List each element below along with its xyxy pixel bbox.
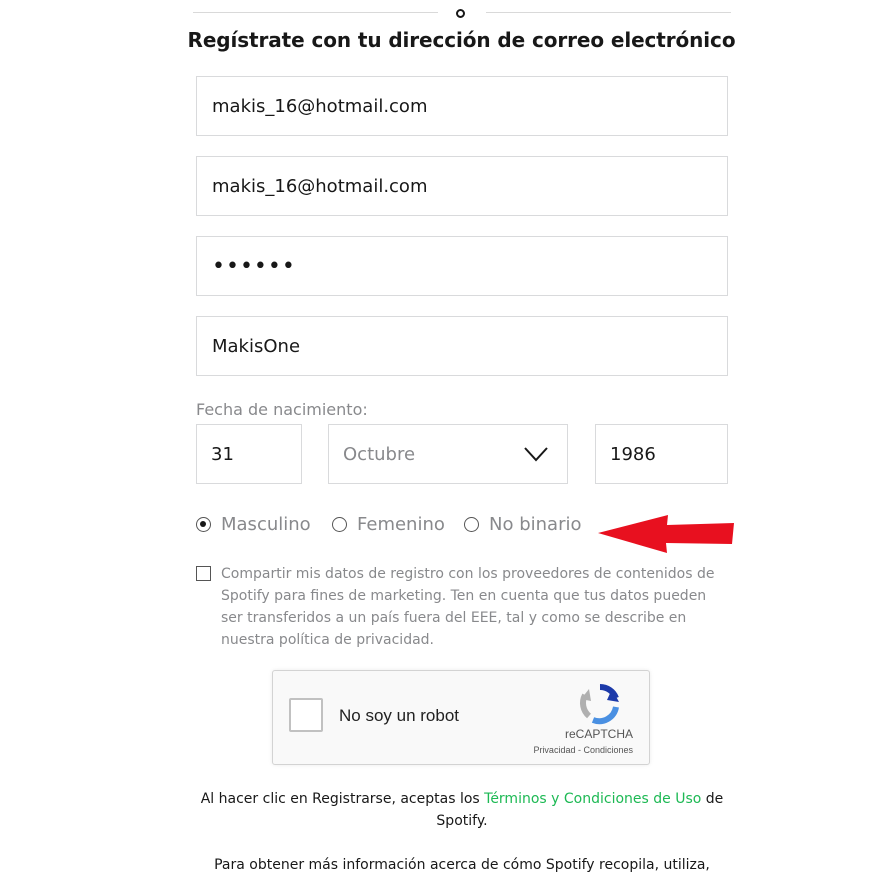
chevron-down-icon (524, 447, 548, 462)
radio-unchecked-icon (464, 517, 479, 532)
radio-masculino[interactable]: Masculino (196, 514, 311, 535)
dob-month-select[interactable]: Octubre (328, 424, 568, 484)
marketing-consent-checkbox[interactable] (196, 566, 211, 581)
dob-month-value: Octubre (343, 443, 416, 465)
privacy-info-text: Para obtener más información acerca de c… (214, 857, 710, 873)
radio-label-no-binario: No binario (489, 514, 582, 535)
email-confirm-field[interactable]: makis_16@hotmail.com (196, 156, 728, 216)
arrow-left-icon (598, 515, 734, 553)
recaptcha-links[interactable]: Privacidad - Condiciones (533, 745, 633, 755)
dob-day-value: 31 (211, 443, 234, 465)
divider-o-mark (456, 9, 465, 18)
dob-year-field[interactable]: 1986 (595, 424, 728, 484)
terms-prefix: Al hacer clic en Registrarse, aceptas lo… (200, 791, 485, 807)
radio-checked-icon (196, 517, 211, 532)
email-value: makis_16@hotmail.com (212, 95, 428, 117)
recaptcha-label: No soy un robot (339, 706, 460, 725)
recaptcha-checkbox[interactable] (289, 698, 323, 732)
radio-unchecked-icon (332, 517, 347, 532)
password-field[interactable]: •••••• (196, 236, 728, 296)
dob-year-value: 1986 (610, 443, 656, 465)
terms-link[interactable]: Términos y Condiciones de Uso (484, 791, 701, 807)
divider-right (486, 12, 731, 13)
profile-name-field[interactable]: MakisOne (196, 316, 728, 376)
recaptcha-logo-icon (580, 683, 619, 725)
profile-name-value: MakisOne (212, 335, 301, 357)
dob-label: Fecha de nacimiento: (196, 400, 368, 419)
radio-label-femenino: Femenino (357, 514, 445, 535)
radio-femenino[interactable]: Femenino (332, 514, 445, 535)
email-field[interactable]: makis_16@hotmail.com (196, 76, 728, 136)
radio-no-binario[interactable]: No binario (464, 514, 581, 535)
dob-day-field[interactable]: 31 (196, 424, 302, 484)
email-confirm-value: makis_16@hotmail.com (212, 175, 428, 197)
page-title: Regístrate con tu dirección de correo el… (187, 28, 736, 52)
recaptcha-widget: No soy un robot reCAPTCHA Privacidad - C… (272, 670, 650, 765)
password-value: •••••• (212, 253, 296, 279)
divider-left (193, 12, 438, 13)
recaptcha-brand: reCAPTCHA (564, 727, 633, 741)
marketing-consent-text: Compartir mis datos de registro con los … (221, 566, 715, 648)
radio-label-masculino: Masculino (221, 514, 311, 535)
terms-text: Al hacer clic en Registrarse, aceptas lo… (196, 788, 728, 832)
